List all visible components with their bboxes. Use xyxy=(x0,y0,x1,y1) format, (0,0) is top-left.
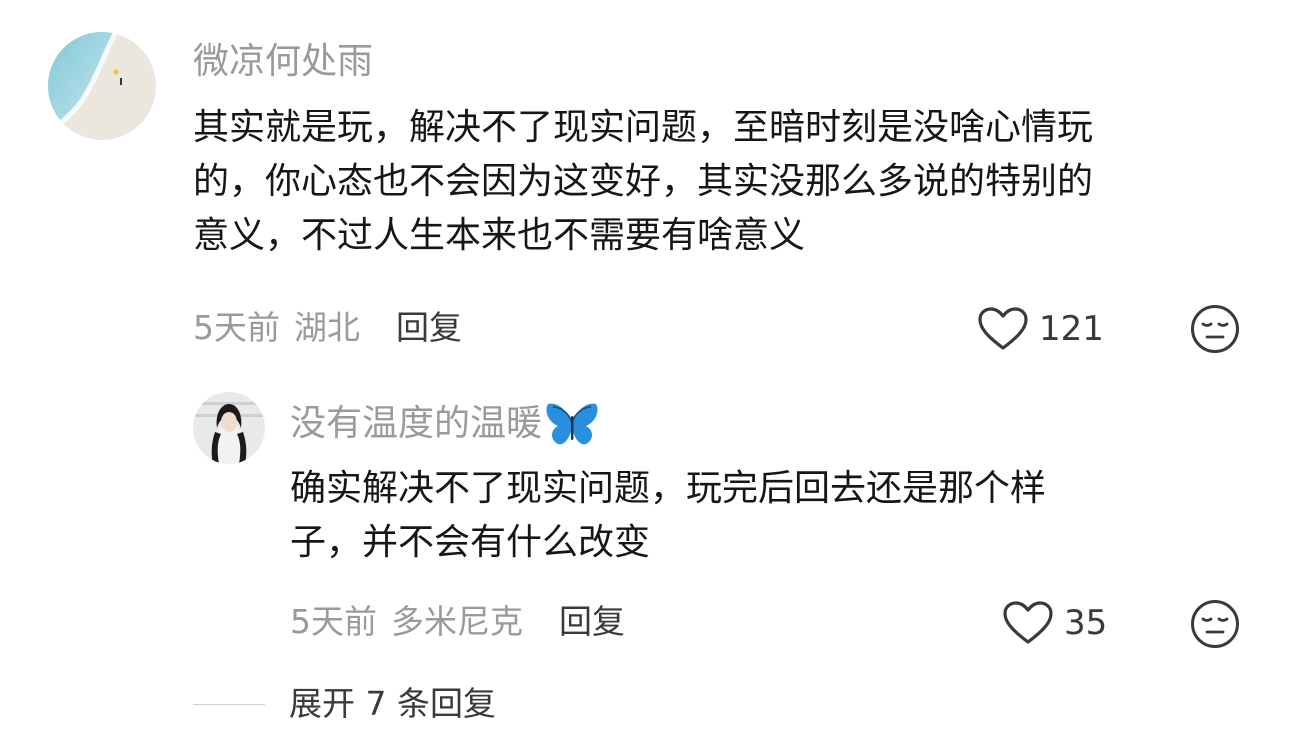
comment-text: 其实就是玩，解决不了现实问题，至暗时刻是没啥心情玩 的，你心态也不会因为这变好，… xyxy=(193,101,1093,263)
replier-username[interactable]: 没有温度的温暖 xyxy=(290,400,600,448)
heart-outline-icon xyxy=(978,307,1028,350)
expressionless-face-icon xyxy=(1191,600,1239,648)
replier-avatar[interactable] xyxy=(193,392,265,464)
expressionless-face-icon xyxy=(1191,305,1239,353)
like-button[interactable]: 121 xyxy=(977,306,1104,352)
comment-thread: 微凉何处雨 其实就是玩，解决不了现实问题，至暗时刻是没啥心情玩 的，你心态也不会… xyxy=(0,0,1290,737)
commenter-username[interactable]: 微凉何处雨 xyxy=(193,40,373,84)
expand-replies-button[interactable]: 展开 7 条回复 xyxy=(193,684,496,724)
reply-reaction-button[interactable] xyxy=(1190,599,1240,653)
beach-avatar-image xyxy=(48,32,156,140)
reply-like-button[interactable]: 35 xyxy=(1002,600,1107,646)
commenter-avatar[interactable] xyxy=(48,32,156,140)
reaction-button[interactable] xyxy=(1190,304,1240,358)
reply-text: 确实解决不了现实问题，玩完后回去还是那个样 子，并不会有什么改变 xyxy=(290,462,1046,570)
reply-button[interactable]: 回复 xyxy=(396,308,462,348)
heart-outline-icon xyxy=(1003,601,1053,644)
butterfly-icon xyxy=(546,403,598,445)
reply-text-line: 确实解决不了现实问题，玩完后回去还是那个样 xyxy=(290,468,1047,509)
portrait-avatar-image xyxy=(193,392,265,464)
expand-replies-label: 展开 7 条回复 xyxy=(289,684,496,723)
expand-divider xyxy=(193,703,265,705)
replier-username-text: 没有温度的温暖 xyxy=(290,403,543,444)
comment-text-line: 其实就是玩，解决不了现实问题，至暗时刻是没啥心情玩 xyxy=(193,107,1094,148)
reply-like-count: 35 xyxy=(1064,603,1108,643)
reply-time: 5天前 xyxy=(290,602,377,641)
comment-text-line: 的，你心态也不会因为这变好，其实没那么多说的特别的 xyxy=(193,161,1094,202)
comment-text-line: 意义，不过人生本来也不需要有啥意义 xyxy=(193,215,806,256)
comment-location: 湖北 xyxy=(294,308,360,347)
like-count: 121 xyxy=(1039,309,1104,349)
reply-meta: 5天前 多米尼克 回复 xyxy=(290,602,625,642)
reply-text-line: 子，并不会有什么改变 xyxy=(290,522,651,563)
comment-time: 5天前 xyxy=(193,308,280,347)
comment-meta: 5天前 湖北 回复 xyxy=(193,308,462,348)
reply-location: 多米尼克 xyxy=(391,602,523,641)
reply-reply-button[interactable]: 回复 xyxy=(559,602,625,642)
